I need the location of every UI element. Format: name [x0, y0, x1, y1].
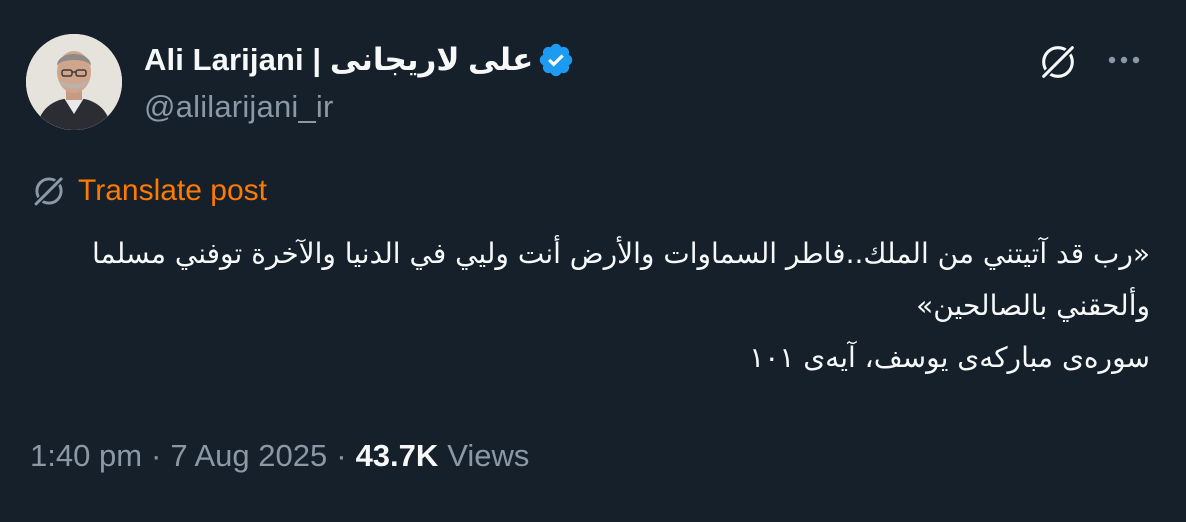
- tweet-text: «رب قد آتيتني من الملك..فاطر السماوات وا…: [40, 228, 1150, 384]
- verified-badge-icon[interactable]: [537, 41, 575, 79]
- translate-post-label: Translate post: [78, 174, 267, 207]
- views-count[interactable]: 43.7K: [356, 438, 439, 474]
- meta-separator: ·: [336, 438, 347, 473]
- name-row: Ali Larijani | علی لاریجانی: [144, 39, 575, 81]
- translate-post-button[interactable]: Translate post: [30, 172, 267, 210]
- author-handle[interactable]: @alilarijani_ir: [144, 89, 575, 125]
- avatar-image: [26, 34, 122, 130]
- meta-separator: ·: [151, 438, 162, 473]
- tweet-card: Ali Larijani | علی لاریجانی @alilarijani…: [0, 0, 1186, 522]
- display-name[interactable]: Ali Larijani | علی لاریجانی: [144, 42, 533, 78]
- grok-icon: [30, 172, 68, 210]
- more-options-button[interactable]: [1100, 40, 1148, 80]
- views-label: Views: [447, 438, 530, 473]
- tweet-text-line: «رب قد آتيتني من الملك..فاطر السماوات وا…: [92, 237, 1150, 322]
- post-time[interactable]: 1:40 pm: [30, 438, 142, 474]
- tweet-text-line: سوره‌ی مبارکه‌ی یوسف، آیه‌ی ۱۰۱: [749, 341, 1150, 374]
- grok-button[interactable]: [1036, 40, 1080, 84]
- tweet-metadata: 1:40 pm · 7 Aug 2025 · 43.7K Views: [30, 438, 529, 474]
- avatar[interactable]: [26, 34, 122, 130]
- more-horizontal-icon: [1108, 56, 1140, 64]
- post-date[interactable]: 7 Aug 2025: [170, 438, 327, 474]
- grok-icon: [1042, 45, 1075, 78]
- author-block: Ali Larijani | علی لاریجانی @alilarijani…: [144, 39, 575, 129]
